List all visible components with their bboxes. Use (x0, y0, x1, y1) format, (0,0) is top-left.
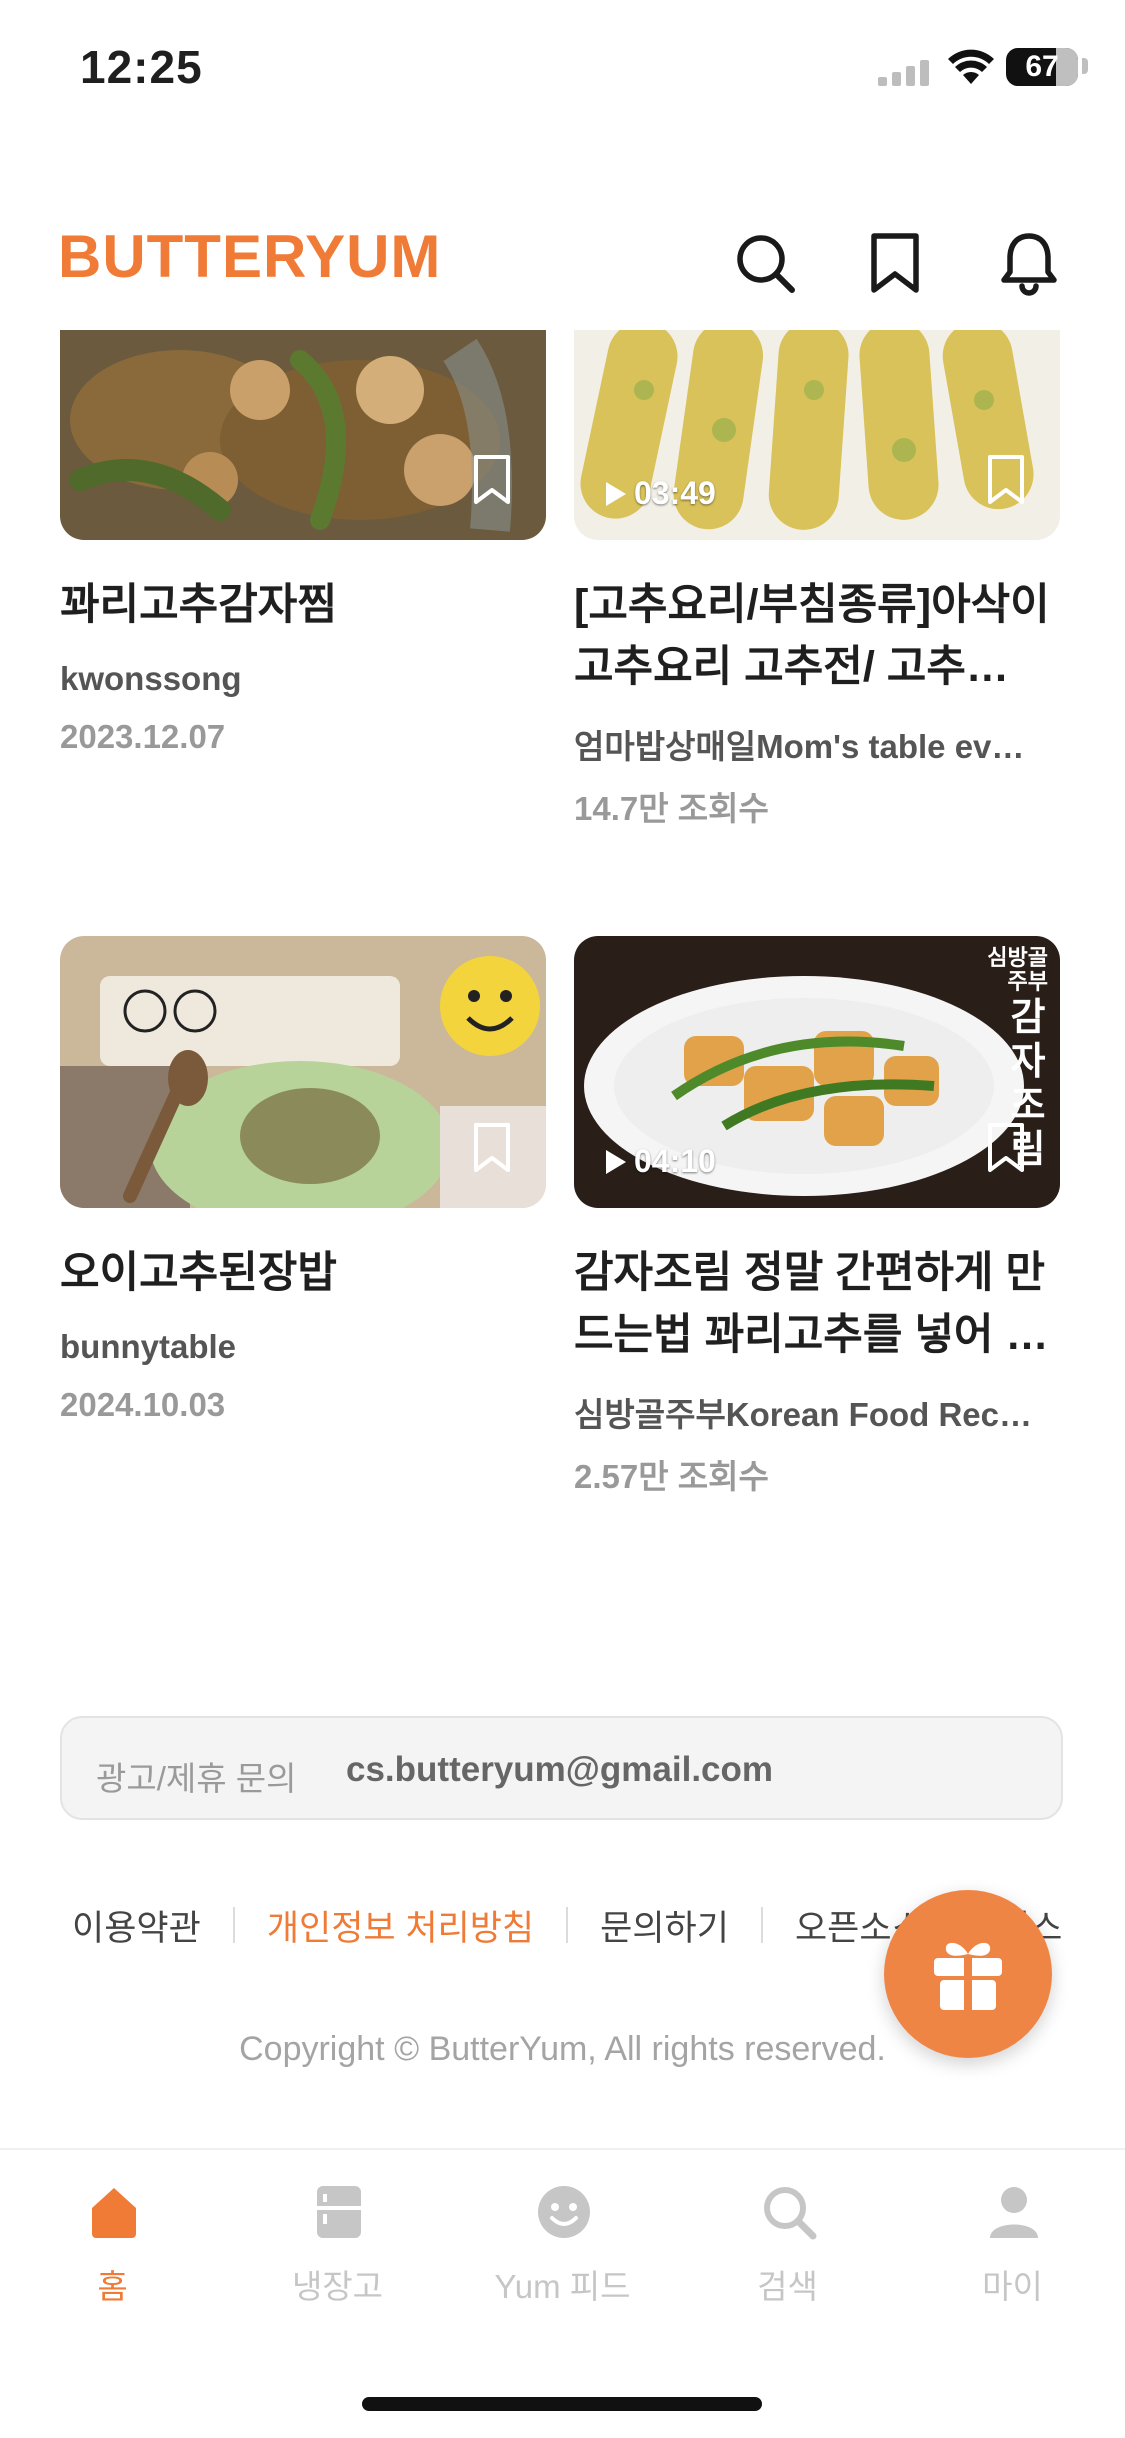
video-channel-caption: 심방골 주부 (987, 945, 1048, 994)
video-duration: 03:49 (606, 475, 716, 512)
nav-yum-feed[interactable]: Yum 피드 (450, 2170, 675, 2305)
food-photo (60, 330, 546, 540)
recipe-thumbnail[interactable] (60, 936, 546, 1208)
play-icon (606, 1149, 626, 1174)
video-title[interactable]: [고추요리/부침종류]아삭이고추요리 고추전/ 고추… (574, 574, 1060, 698)
play-icon (606, 481, 626, 506)
recipe-title[interactable]: 오이고추된장밥 (60, 1242, 546, 1304)
recipe-date: 2024.10.03 (60, 1386, 226, 1423)
app-logo[interactable]: BUTTERYUM (58, 222, 441, 291)
inquiry-link[interactable]: 문의하기 (600, 1900, 729, 1951)
video-title[interactable]: 감자조림 정말 간편하게 만드는법 꽈리고추를 넣어 … (574, 1242, 1060, 1366)
gift-icon (934, 1942, 1002, 2012)
recipe-title[interactable]: 꽈리고추감자찜 (60, 574, 546, 636)
status-bar: 12:25 67 (0, 0, 1125, 140)
video-duration: 04:10 (606, 1143, 716, 1180)
video-views: 2.57만 조회수 (574, 1458, 769, 1495)
gift-button[interactable] (884, 1890, 1052, 2058)
wifi-icon (948, 49, 994, 84)
contact-box[interactable]: 광고/제휴 문의 cs.butteryum@gmail.com (60, 1716, 1063, 1820)
terms-link[interactable]: 이용약관 (72, 1900, 201, 1951)
contact-label: 광고/제휴 문의 (96, 1760, 297, 1797)
person-icon (990, 2187, 1038, 2238)
recipe-date: 2023.12.07 (60, 718, 226, 755)
bookmark-icon[interactable] (860, 228, 930, 298)
contact-email[interactable]: cs.butteryum@gmail.com (346, 1750, 773, 1790)
search-icon[interactable] (730, 228, 800, 298)
bell-icon[interactable] (994, 228, 1064, 298)
video-channel: 엄마밥상매일Mom's table ev… (574, 728, 1025, 765)
recipe-author: kwonssong (60, 660, 242, 697)
signal-icon (878, 60, 929, 86)
recipe-thumbnail[interactable]: 03:49 (574, 330, 1060, 540)
bottom-nav: 홈 냉장고 Yum 피드 검색 마이 (0, 2148, 1125, 2438)
nav-home[interactable]: 홈 (0, 2170, 225, 2305)
bookmark-icon[interactable] (986, 454, 1026, 506)
bookmark-icon[interactable] (472, 1122, 512, 1174)
search-icon (764, 2187, 817, 2240)
recipe-thumbnail[interactable] (60, 330, 546, 540)
bookmark-icon[interactable] (472, 454, 512, 506)
battery-icon: 67 (1006, 48, 1078, 86)
video-views: 14.7만 조회수 (574, 790, 769, 827)
recipe-author: bunnytable (60, 1328, 237, 1365)
app-header: BUTTERYUM (0, 200, 1125, 320)
smile-icon (538, 2186, 590, 2238)
battery-level: 67 (1025, 50, 1059, 83)
status-time: 12:25 (80, 41, 203, 93)
video-channel: 심방골주부Korean Food Rec… (574, 1396, 1033, 1433)
recipe-thumbnail[interactable]: 심방골 주부 감자조림 04:10 (574, 936, 1060, 1208)
home-indicator (362, 2397, 762, 2411)
fridge-icon (317, 2186, 361, 2238)
nav-my[interactable]: 마이 (900, 2170, 1125, 2305)
home-icon (92, 2188, 136, 2238)
bookmark-icon[interactable] (986, 1122, 1026, 1174)
privacy-policy-link[interactable]: 개인정보 처리방침 (267, 1900, 534, 1951)
nav-search[interactable]: 검색 (675, 2170, 900, 2305)
nav-fridge[interactable]: 냉장고 (225, 2170, 450, 2305)
